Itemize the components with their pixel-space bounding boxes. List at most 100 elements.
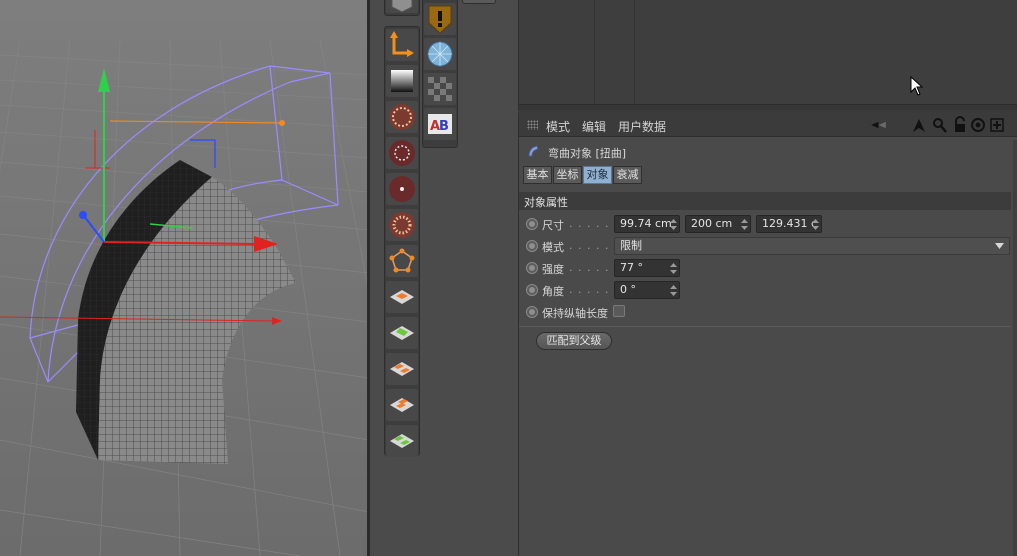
sphere-tag-button[interactable] [424,38,456,70]
size-z-value: 129.431 c [762,217,818,230]
cloner-tool-button-5[interactable] [386,425,418,457]
bend-deformer-icon [528,145,539,157]
tab-object[interactable]: 对象 [583,166,612,184]
sphere-icon [427,41,453,67]
cloner-tool-button-4[interactable] [386,389,418,421]
angle-value: 0 ° [620,283,636,296]
spinner-icon[interactable] [670,219,677,230]
size-z-field[interactable]: 129.431 c [756,215,822,233]
menu-user-data[interactable]: 用户数据 [618,118,666,135]
z-axis-dot-icon[interactable] [79,211,87,219]
animate-radio[interactable] [526,240,538,252]
section-title: 对象属性 [524,196,568,209]
target-icon[interactable] [970,116,988,134]
cube-tool-button[interactable] [386,0,418,13]
spinner-icon[interactable] [670,263,677,274]
size-y-field[interactable]: 200 cm [685,215,751,233]
tab-falloff[interactable]: 衰减 [613,166,642,184]
mode-label: 模式 [542,241,564,254]
cloner-icon [390,398,414,412]
section-divider [519,326,1011,327]
palette-tab-stub[interactable] [462,0,496,4]
chevron-down-icon [995,243,1004,249]
spline-icon [389,248,415,273]
point-tool-button[interactable] [386,173,418,205]
lock-icon[interactable] [952,116,970,134]
keep-length-label: 保持纵轴长度 [542,307,608,320]
checker-tag-button[interactable] [424,73,456,105]
mouse-cursor-icon [910,76,924,96]
object-properties-header: 对象属性 [519,192,1011,210]
property-keep-length: 保持纵轴长度 [519,302,1011,322]
svg-text:B: B [439,119,449,134]
text-tag-button[interactable]: AB [424,108,456,140]
deformer-palette [384,26,420,457]
search-icon[interactable] [932,116,950,134]
grip-icon[interactable] [527,120,538,130]
size-label: 尺寸 [542,219,564,232]
object-title-row: 弯曲对象 [扭曲] [519,140,1017,162]
strength-field[interactable]: 77 ° [614,259,680,277]
keep-length-checkbox[interactable] [613,305,625,317]
size-y-value: 200 cm [691,217,733,230]
cloner-tool-button-2[interactable] [386,317,418,349]
animate-radio[interactable] [526,306,538,318]
back-arrow-icon[interactable] [870,116,888,134]
spinner-icon[interactable] [812,219,819,230]
spline-tool-button[interactable] [386,245,418,277]
gradient-icon [391,70,413,92]
size-x-value: 99.74 cm [620,217,672,230]
palette-top-stub [384,0,420,16]
angle-field[interactable]: 0 ° [614,281,680,299]
bulge-icon [389,104,415,130]
size-x-field[interactable]: 99.74 cm [614,215,680,233]
warning-tag-button[interactable] [424,3,456,35]
animate-radio[interactable] [526,284,538,296]
tab-basic[interactable]: 基本 [523,166,552,184]
3d-viewport[interactable] [0,0,369,556]
cloner-tool-button[interactable] [386,281,418,313]
spinner-icon[interactable] [670,285,677,296]
checker-icon [428,77,452,101]
mode-dropdown[interactable]: 限制 [614,237,1010,255]
cinema4d-window: AB 模式 编辑 用户数据 弯曲对象 [扭曲] 基本 坐标 对象 衰减 对象属性… [0,0,1017,556]
panel-divider[interactable] [519,104,1017,110]
bend-handle[interactable] [279,120,285,126]
angle-label: 角度 [542,285,564,298]
column-divider [634,0,635,104]
property-size: 尺寸 . . . . . . . 99.74 cm 200 cm 129.431… [519,214,1011,234]
cloner-icon [390,290,414,304]
animate-radio[interactable] [526,218,538,230]
strength-value: 77 ° [620,261,643,274]
animate-radio[interactable] [526,262,538,274]
bulge-icon [389,176,415,202]
viewport-scene [0,0,369,556]
attribute-manager: 模式 编辑 用户数据 弯曲对象 [扭曲] 基本 坐标 对象 衰减 对象属性 尺寸 [518,113,1017,556]
cloner-tool-button-3[interactable] [386,353,418,385]
bulge-tool-button[interactable] [386,101,418,133]
shrink-tool-button[interactable] [386,137,418,169]
spinner-icon[interactable] [741,219,748,230]
bulge-icon [389,140,415,166]
object-title: 弯曲对象 [扭曲] [548,147,627,160]
new-panel-icon[interactable] [989,116,1007,134]
up-arrow-icon[interactable] [911,116,929,134]
bulge-icon [389,212,415,238]
object-manager-panel[interactable] [518,0,1017,110]
strength-label: 强度 [542,263,564,276]
gradient-tool-button[interactable] [386,65,418,97]
scrollbar[interactable] [1013,140,1017,556]
axis-tool-button[interactable] [386,29,418,61]
explode-tool-button[interactable] [386,209,418,241]
property-mode: 模式 . . . . . . . 限制 [519,236,1011,256]
cloner-icon [390,326,414,340]
property-strength: 强度 . . . . . . . 77 ° [519,258,1011,278]
tag-palette: AB [422,0,458,148]
cloner-icon [390,362,414,376]
menu-edit[interactable]: 编辑 [582,118,606,135]
attribute-menubar: 模式 编辑 用户数据 [519,113,1017,137]
match-to-parent-button[interactable]: 匹配到父级 [536,332,612,350]
tab-coordinates[interactable]: 坐标 [553,166,582,184]
menu-mode[interactable]: 模式 [546,118,570,135]
mode-value: 限制 [620,239,642,252]
